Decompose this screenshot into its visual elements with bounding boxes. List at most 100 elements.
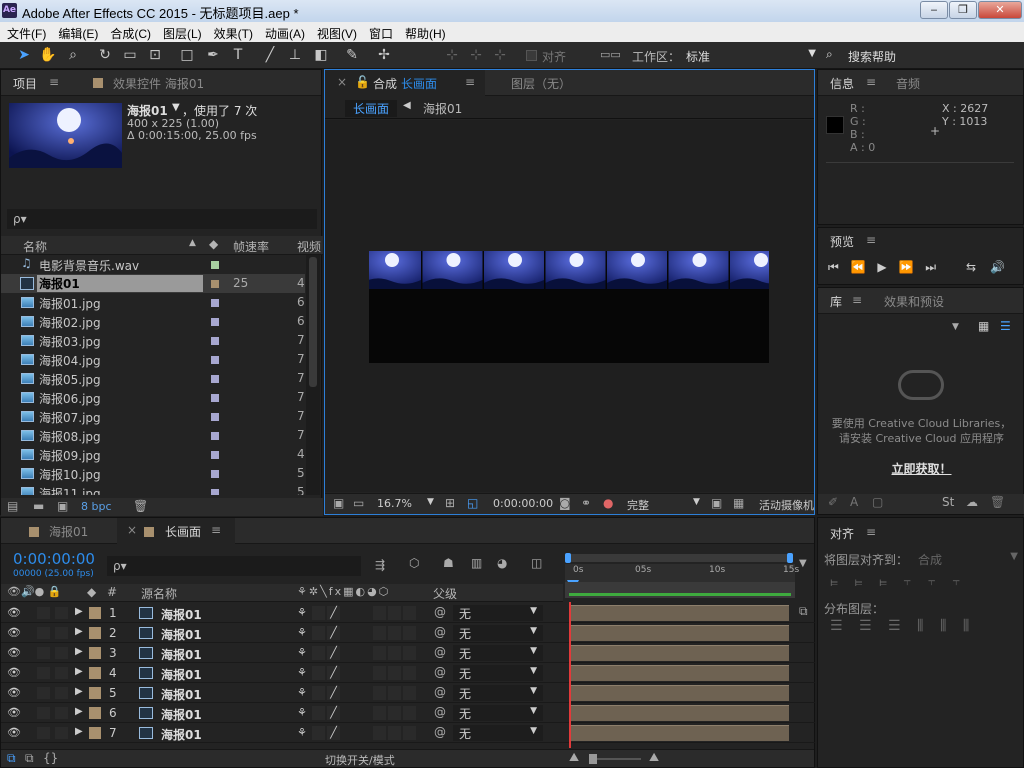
playhead-line[interactable] (569, 602, 571, 748)
maximize-button[interactable]: ❐ (949, 1, 977, 19)
breadcrumb-active[interactable]: 长画面 (345, 100, 398, 117)
next-frame-icon[interactable]: ⏩ (898, 260, 913, 274)
quality-switch-icon[interactable]: ╱ (327, 606, 340, 620)
project-item-row[interactable]: 海报08.jpg 7 (1, 426, 305, 445)
shy-layers-icon[interactable]: ☗ (443, 556, 454, 570)
lock-icon[interactable]: 🔓 (355, 75, 370, 89)
shy-switch-icon[interactable]: ⚘ (297, 646, 307, 659)
fast-previews-icon[interactable]: ▣ (711, 496, 722, 510)
motion-blur-switch[interactable] (403, 726, 416, 740)
parent-select[interactable]: 无 ▼ (453, 665, 543, 681)
layer-name[interactable]: 海报01 (161, 646, 202, 663)
current-time[interactable]: 0:00:00:00 (493, 497, 553, 510)
menu-animation[interactable]: 动画(A) (265, 22, 305, 42)
lock-toggle[interactable] (55, 667, 68, 679)
project-item-row[interactable]: ♫ 电影背景音乐.wav (1, 255, 305, 274)
align-left-icon[interactable]: ⫢ (830, 574, 838, 590)
expand-arrow-icon[interactable]: ▶ (75, 706, 83, 717)
project-item-row[interactable]: 海报04.jpg 7 (1, 350, 305, 369)
label-color-icon[interactable] (89, 667, 101, 679)
menu-composition[interactable]: 合成(C) (110, 22, 151, 42)
project-item-row[interactable]: 海报01 25 4 (1, 274, 305, 293)
menu-icon[interactable]: ≡ (49, 75, 59, 89)
zoom-slider[interactable] (589, 754, 641, 764)
axis-view-icon[interactable]: ⊹ (490, 46, 510, 64)
distribute-right-icon[interactable]: ⫼ (963, 618, 969, 634)
layer-name[interactable]: 海报01 (161, 626, 202, 643)
parent-select[interactable]: 无 ▼ (453, 685, 543, 701)
eye-icon[interactable]: 👁 (7, 606, 21, 619)
menu-icon[interactable]: ≡ (866, 525, 876, 539)
frame-blend-switch[interactable] (388, 726, 401, 740)
chevron-down-icon[interactable]: ▼ (693, 497, 700, 507)
delete-icon[interactable]: 🗑 (133, 499, 148, 513)
label-color-icon[interactable] (89, 687, 101, 699)
chevron-down-icon[interactable]: ▼ (427, 497, 434, 507)
monitor-icon[interactable]: ▭ (353, 496, 364, 510)
shy-switch-icon[interactable]: ⚘ (297, 626, 307, 639)
menu-icon[interactable]: ≡ (866, 233, 876, 247)
axis-local-icon[interactable]: ⊹ (442, 46, 462, 64)
solo-toggle[interactable] (37, 647, 50, 659)
in-out-icon[interactable]: {} (43, 751, 58, 765)
get-now-link[interactable]: 立即获取！ (818, 460, 1024, 477)
pick-whip-icon[interactable]: @ (434, 665, 446, 679)
menu-icon[interactable]: ≡ (852, 293, 862, 307)
align-right-icon[interactable]: ⫢ (879, 574, 887, 590)
expand-arrow-icon[interactable]: ▶ (75, 646, 83, 657)
label-swatch[interactable] (211, 280, 219, 288)
close-tab-icon[interactable]: × (337, 75, 347, 89)
expand-arrow-icon[interactable]: ▶ (75, 626, 83, 637)
column-video[interactable]: 视频 (297, 238, 321, 255)
pick-whip-icon[interactable]: @ (434, 645, 446, 659)
label-swatch[interactable] (211, 489, 219, 495)
solo-toggle[interactable] (37, 687, 50, 699)
project-item-row[interactable]: 海报07.jpg 7 (1, 407, 305, 426)
project-item-row[interactable]: 海报01.jpg 6 (1, 293, 305, 312)
timeline-layer-row[interactable]: 👁 ▶ 6 海报01 ⚘ ╱ @ 无 ▼ (1, 703, 815, 723)
pick-whip-icon[interactable]: @ (434, 725, 446, 739)
new-folder-icon[interactable]: ▬ (33, 499, 44, 513)
layer-name[interactable]: 海报01 (161, 666, 202, 683)
label-swatch[interactable] (211, 261, 219, 269)
selection-tool-icon[interactable]: ➤ (14, 46, 34, 64)
align-to-select[interactable]: 合成 ▼ (918, 551, 1018, 568)
sync-icon[interactable]: ☁ (966, 495, 978, 509)
shy-switch-icon[interactable]: ⚘ (297, 686, 307, 699)
menu-view[interactable]: 视图(V) (317, 22, 357, 42)
parent-select[interactable]: 无 ▼ (453, 605, 543, 621)
pick-whip-icon[interactable]: @ (434, 705, 446, 719)
delete-icon[interactable]: 🗑 (990, 495, 1005, 509)
label-color-icon[interactable] (89, 707, 101, 719)
always-preview-icon[interactable]: ▣ (333, 496, 344, 510)
tab-timeline-active[interactable]: 长画面 (165, 523, 201, 540)
tab-align[interactable]: 对齐 (830, 525, 854, 542)
menu-edit[interactable]: 编辑(E) (58, 22, 98, 42)
clone-stamp-tool-icon[interactable]: ⊥ (285, 46, 305, 64)
menu-icon[interactable]: ≡ (465, 75, 475, 89)
layer-duration-bar[interactable] (571, 665, 789, 681)
layer-duration-bar[interactable] (571, 685, 789, 701)
chevron-down-icon[interactable]: ▼ (952, 322, 959, 332)
expand-arrow-icon[interactable]: ▶ (75, 666, 83, 677)
transparency-grid-icon[interactable]: ▦ (733, 496, 744, 510)
list-view-icon[interactable]: ☰ (1000, 319, 1011, 333)
layer-name[interactable]: 海报01 (161, 726, 202, 743)
eye-icon[interactable]: 👁 (7, 686, 21, 699)
timeline-layer-row[interactable]: 👁 ▶ 3 海报01 ⚘ ╱ @ 无 ▼ (1, 643, 815, 663)
frame-blend-switch[interactable] (388, 686, 401, 700)
motion-blur-switch[interactable] (403, 606, 416, 620)
tab-timeline-inactive[interactable]: 海报01 (49, 523, 88, 540)
type-tool-icon[interactable]: T (228, 46, 248, 64)
lock-toggle[interactable] (55, 627, 68, 639)
layer-name[interactable]: 海报01 (161, 606, 202, 623)
tab-info[interactable]: 信息 (830, 75, 854, 92)
layer-duration-bar[interactable] (571, 705, 789, 721)
layer-duration-bar[interactable] (571, 625, 789, 641)
timeline-layer-row[interactable]: 👁 ▶ 4 海报01 ⚘ ╱ @ 无 ▼ (1, 663, 815, 683)
frame-blend-switch[interactable] (388, 626, 401, 640)
shy-switch-icon[interactable]: ⚘ (297, 726, 307, 739)
menu-layer[interactable]: 图层(L) (163, 22, 202, 42)
layer-duration-bar[interactable] (571, 645, 789, 661)
collapse-switch[interactable] (312, 666, 325, 680)
